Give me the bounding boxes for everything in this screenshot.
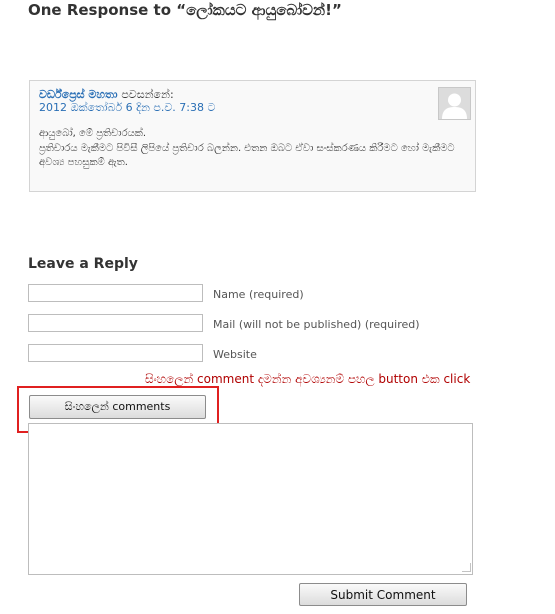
comment-line: ප්‍රතිචාරය මැකීමට පිවිසී ලිපියේ ප්‍රතිචා…	[39, 142, 455, 169]
email-label: Mail (will not be published) (required)	[213, 318, 420, 331]
name-label: Name (required)	[213, 288, 304, 301]
comment-line: ආයුබෝ, මේ ප්‍රතිචාරයක්.	[39, 128, 147, 139]
comment-author-link[interactable]: වර්ඩ්ප්‍රෙස් මහතා	[39, 88, 118, 101]
sinhala-hint-text: සිංහලෙන් comment දමන්න අවශ්‍යනම් පහල but…	[145, 372, 471, 386]
comment-body: ආයුබෝ, මේ ප්‍රතිචාරයක්. ප්‍රතිචාරය මැකීම…	[39, 127, 469, 171]
responses-heading: One Response to “ලෝකයට ආයුබෝවන්!”	[28, 1, 342, 19]
website-field[interactable]	[28, 344, 203, 362]
sinhala-comments-button[interactable]: සිංහලෙන් comments	[29, 395, 206, 419]
submit-comment-button[interactable]: Submit Comment	[299, 583, 467, 606]
comment-author-line: වර්ඩ්ප්‍රෙස් මහතා පවසන්නේ:	[39, 88, 174, 102]
comment-card: වර්ඩ්ප්‍රෙස් මහතා පවසන්නේ: 2012 ඔක්තෝබර්…	[29, 80, 476, 192]
resize-grip-icon[interactable]	[462, 563, 471, 572]
website-label: Website	[213, 348, 257, 361]
email-field[interactable]	[28, 314, 203, 332]
name-field[interactable]	[28, 284, 203, 302]
default-avatar-icon	[438, 87, 471, 120]
reply-title: Leave a Reply	[28, 256, 138, 272]
comment-textarea[interactable]	[28, 423, 473, 575]
comment-says-label: පවසන්නේ:	[121, 88, 174, 101]
comment-date-link[interactable]: 2012 ඔක්තෝබර් 6 දින ප.ව. 7:38 ට	[39, 101, 215, 115]
